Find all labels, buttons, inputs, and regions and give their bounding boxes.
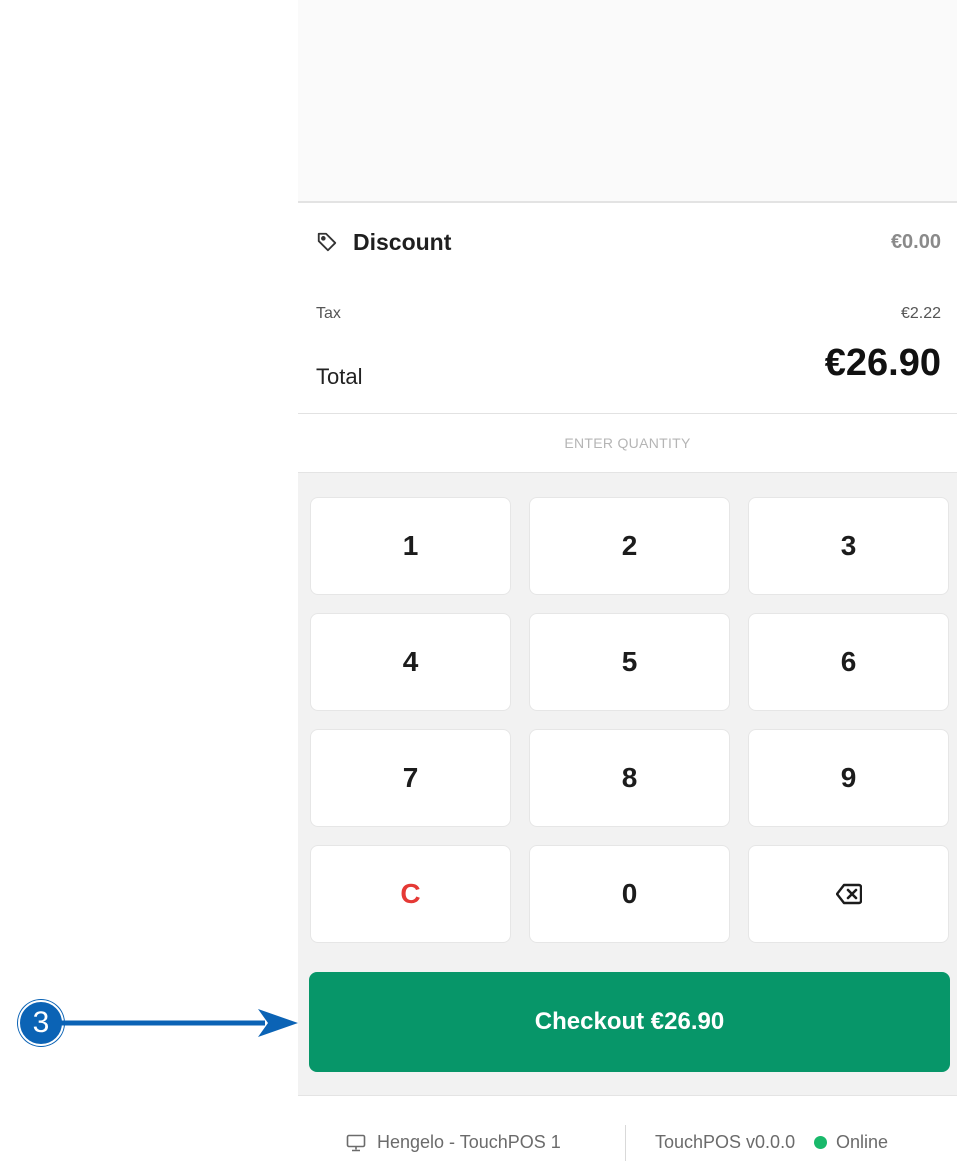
key-7[interactable]: 7: [310, 729, 511, 827]
tax-label: Tax: [316, 305, 341, 322]
cart-items-area: [298, 0, 957, 203]
order-panel: Discount €0.00 Tax €2.22 Total €26.90 EN…: [298, 0, 957, 1166]
key-3[interactable]: 3: [748, 497, 949, 595]
key-6[interactable]: 6: [748, 613, 949, 711]
clear-key[interactable]: C: [310, 845, 511, 943]
callout-arrow-icon: [60, 1009, 298, 1037]
tag-icon: [317, 232, 337, 252]
status-footer: Hengelo - TouchPOS 1 TouchPOS v0.0.0 Onl…: [298, 1097, 957, 1166]
online-status-dot: [814, 1136, 827, 1149]
key-9[interactable]: 9: [748, 729, 949, 827]
quantity-header: ENTER QUANTITY: [564, 435, 691, 451]
key-5[interactable]: 5: [529, 613, 730, 711]
footer-separator: [625, 1125, 626, 1161]
discount-row[interactable]: Discount €0.00: [298, 205, 957, 280]
discount-label: Discount: [353, 229, 452, 255]
step-callout-badge: 3: [18, 1000, 64, 1046]
total-label: Total: [316, 364, 363, 389]
key-8[interactable]: 8: [529, 729, 730, 827]
device-name: Hengelo - TouchPOS 1: [377, 1132, 561, 1152]
key-4[interactable]: 4: [310, 613, 511, 711]
discount-value: €0.00: [890, 231, 941, 253]
backspace-icon: [835, 883, 862, 905]
numeric-keypad: 1 2 3 4 5 6 7 8 9 C 0: [310, 497, 949, 943]
monitor-icon: [346, 1134, 366, 1152]
total-value: €26.90: [824, 342, 941, 384]
keypad-area: 1 2 3 4 5 6 7 8 9 C 0 Checkout €26.90: [298, 472, 957, 1096]
tax-value: €2.22: [900, 305, 941, 322]
key-2[interactable]: 2: [529, 497, 730, 595]
backspace-key[interactable]: [748, 845, 949, 943]
app-version: TouchPOS v0.0.0: [655, 1132, 796, 1152]
key-0[interactable]: 0: [529, 845, 730, 943]
checkout-button[interactable]: Checkout €26.90: [309, 972, 950, 1072]
connection-status: Online: [836, 1132, 889, 1152]
key-1[interactable]: 1: [310, 497, 511, 595]
